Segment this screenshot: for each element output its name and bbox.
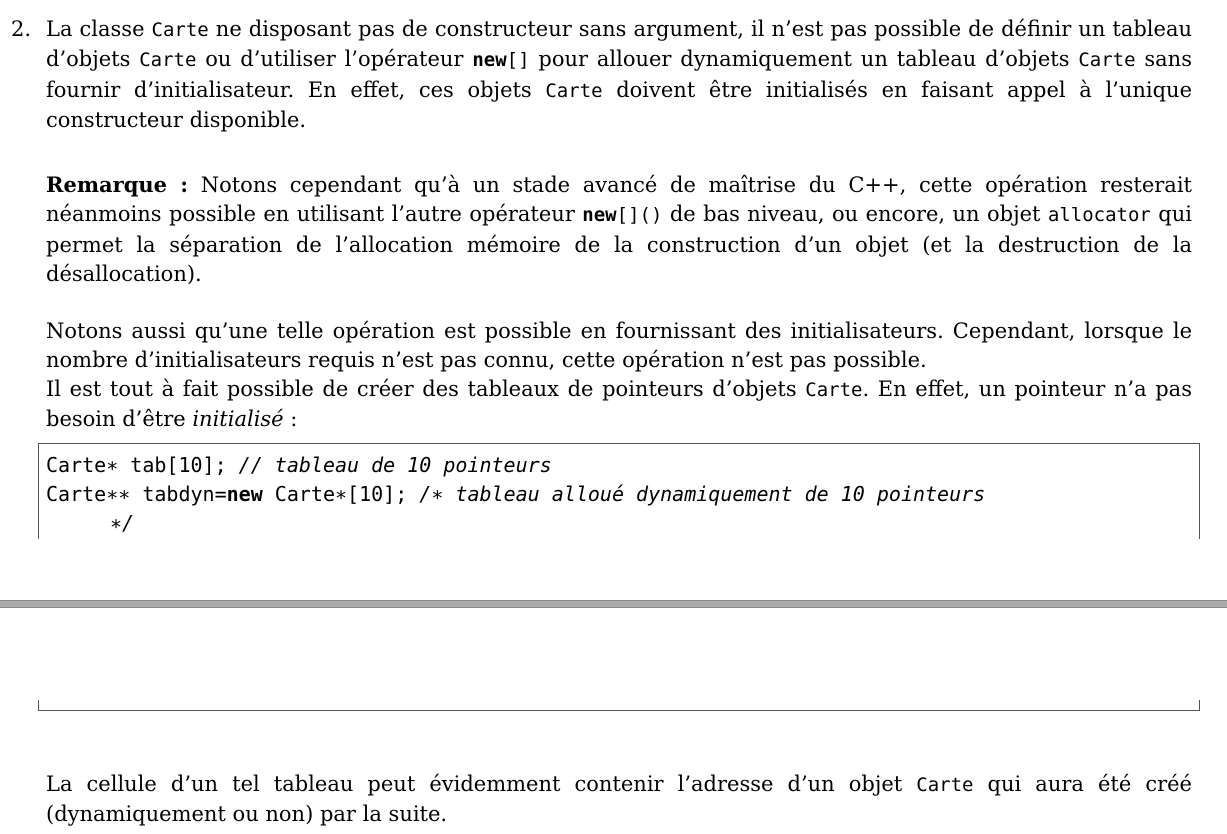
code-inline: Carte: [139, 49, 197, 72]
code-inline: Carte: [1078, 49, 1136, 72]
code-inline: [](): [616, 204, 663, 227]
remark-label: Remarque :: [46, 172, 189, 197]
code-inline: Carte: [545, 79, 603, 102]
page-separator: [0, 600, 1227, 608]
paragraph-4: Il est tout à fait possible de créer des…: [46, 377, 1192, 432]
paragraph-1: La classe Carte ne disposant pas de cons…: [46, 17, 1192, 132]
code-comment: /∗ tableau alloué dynamiquement de 10 po…: [419, 482, 986, 506]
code-inline: Carte: [805, 379, 863, 401]
italic-term: initialisé: [192, 407, 284, 432]
code-keyword: new: [472, 49, 507, 72]
paragraph-3: Notons aussi qu’une telle opération est …: [46, 319, 1192, 373]
remark-paragraph: Remarque : Notons cependant qu’à un stad…: [46, 172, 1192, 286]
code-line-2: Carte∗∗ tabdyn=new Carte∗[10]; /∗ tablea…: [46, 482, 986, 506]
code-line-3: ∗/: [110, 511, 134, 535]
list-item-number: 2.: [11, 17, 32, 41]
code-inline: []: [506, 49, 530, 72]
code-inline: Carte: [916, 774, 974, 796]
code-comment: // tableau de 10 pointeurs: [238, 453, 552, 477]
code-comment: ∗/: [110, 511, 135, 535]
paragraph-5: La cellule d’un tel tableau peut évidemm…: [46, 772, 1192, 827]
code-keyword: new: [582, 204, 617, 227]
code-keyword: new: [226, 482, 263, 506]
code-inline: Carte: [151, 19, 209, 41]
code-listing-frame-end: [38, 700, 1200, 711]
code-inline: allocator: [1047, 204, 1151, 227]
code-line-1: Carte∗ tab[10]; // tableau de 10 pointeu…: [46, 453, 552, 477]
